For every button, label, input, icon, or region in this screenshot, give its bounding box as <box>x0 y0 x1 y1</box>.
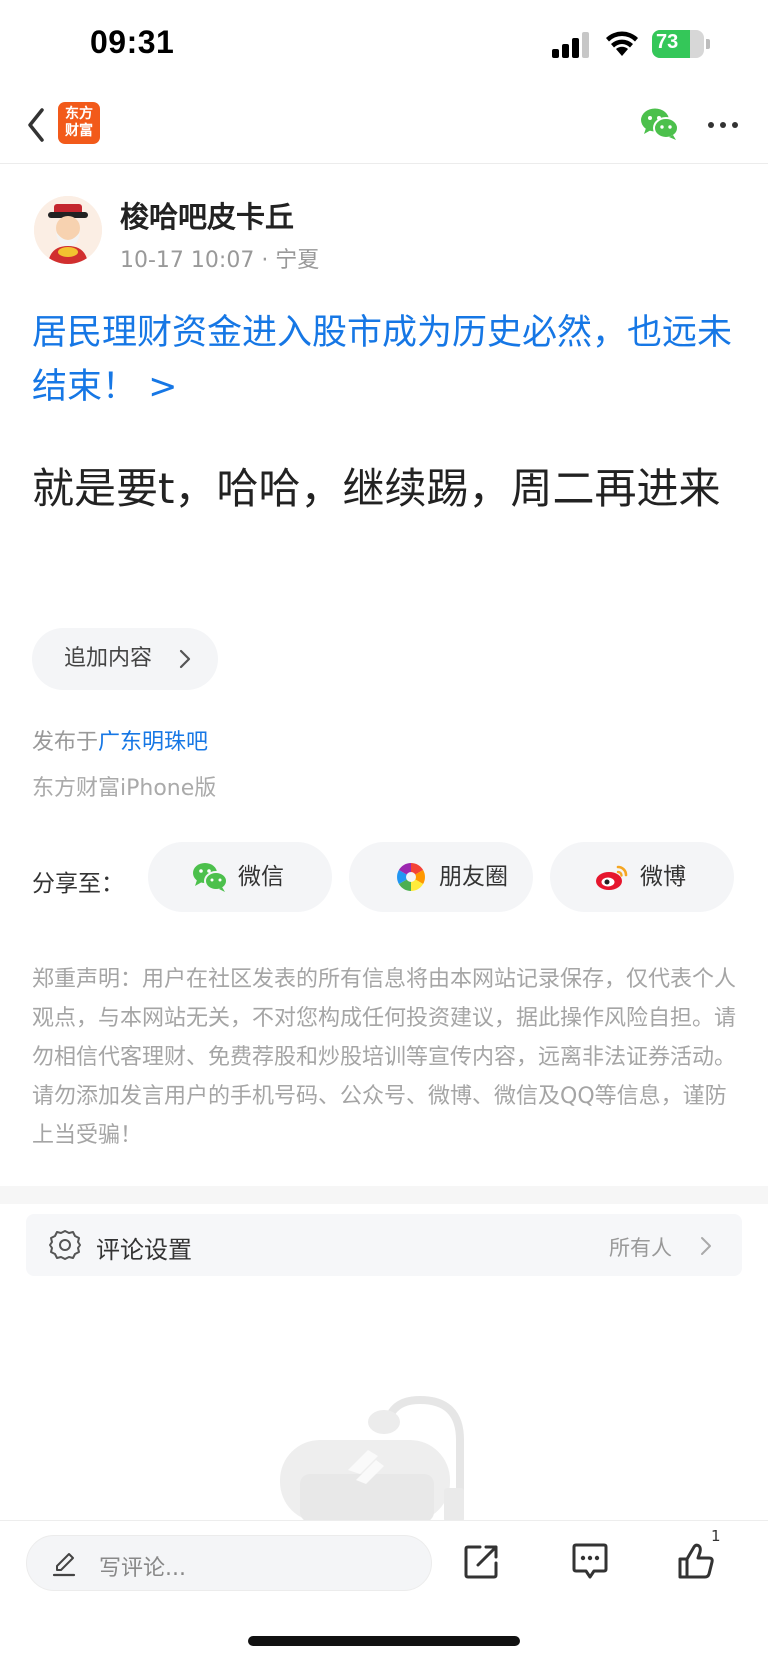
pen-icon <box>52 1553 76 1577</box>
comment-settings-value: 所有人 <box>609 1236 672 1260</box>
battery-indicator: 73 <box>652 30 710 58</box>
home-indicator[interactable] <box>248 1636 520 1646</box>
share-wechat-button[interactable]: 微信 <box>148 842 332 912</box>
more-icon[interactable] <box>706 110 740 140</box>
signal-icon <box>552 32 589 58</box>
status-bar: 09:31 73 <box>0 0 768 88</box>
post-body: 就是要t，哈哈，继续踢，周二再进来 <box>32 464 721 513</box>
publish-prefix: 发布于 <box>32 730 99 755</box>
append-content-label: 追加内容 <box>64 646 153 671</box>
share-weibo-button[interactable]: 微博 <box>550 842 734 912</box>
wifi-icon <box>606 31 638 56</box>
board-link[interactable]: 广东明珠吧 <box>98 730 208 755</box>
section-divider <box>0 1186 768 1204</box>
share-moments-label: 朋友圈 <box>439 864 508 890</box>
battery-percent: 73 <box>656 31 679 53</box>
client-info: 东方财富iPhone版 <box>32 776 217 801</box>
weibo-icon <box>596 865 628 890</box>
author-avatar[interactable] <box>34 196 102 264</box>
logo-text-bottom: 财富 <box>65 123 93 139</box>
append-content-button[interactable]: 追加内容 <box>32 628 218 690</box>
disclaimer-text: 郑重声明：用户在社区发表的所有信息将由本网站记录保存，仅代表个人观点，与本网站无… <box>32 967 737 1148</box>
moments-icon <box>397 863 425 891</box>
battery-body: 73 <box>652 30 704 58</box>
share-icon[interactable] <box>462 1541 502 1581</box>
wechat-share-icon[interactable] <box>640 106 680 142</box>
share-moments-button[interactable]: 朋友圈 <box>349 842 533 912</box>
logo-text-top: 东方 <box>65 106 93 122</box>
comment-input[interactable]: 写评论... <box>26 1535 432 1591</box>
comment-settings-row[interactable]: 评论设置 所有人 <box>26 1214 742 1276</box>
post-meta: 10-17 10:07 · 宁夏 <box>120 248 320 273</box>
topic-link[interactable]: 居民理财资金进入股市成为历史必然，也远未结束！ > <box>32 306 740 414</box>
publish-info: 发布于广东明珠吧 <box>32 724 208 756</box>
avatar-illustration <box>34 196 102 264</box>
nav-bar: 东方 财富 <box>0 88 768 164</box>
comment-placeholder: 写评论... <box>99 1556 186 1581</box>
back-chevron-icon[interactable] <box>22 104 50 146</box>
chevron-right-icon <box>701 1237 711 1255</box>
wechat-icon <box>193 863 228 892</box>
comment-icon[interactable] <box>570 1541 610 1581</box>
chevron-right-icon <box>179 649 191 669</box>
like-icon[interactable] <box>676 1541 716 1581</box>
like-count: 1 <box>711 1527 721 1545</box>
empty-comments-illustration <box>280 1395 464 1522</box>
app-logo[interactable]: 东方 财富 <box>58 102 100 144</box>
status-time: 09:31 <box>90 24 175 60</box>
share-weibo-label: 微博 <box>640 864 686 890</box>
comment-settings-label: 评论设置 <box>96 1236 192 1264</box>
share-wechat-label: 微信 <box>238 864 284 890</box>
share-label: 分享至： <box>32 871 124 897</box>
author-name[interactable]: 梭哈吧皮卡丘 <box>120 194 294 236</box>
gear-icon <box>49 1230 81 1260</box>
battery-cap <box>706 39 710 49</box>
